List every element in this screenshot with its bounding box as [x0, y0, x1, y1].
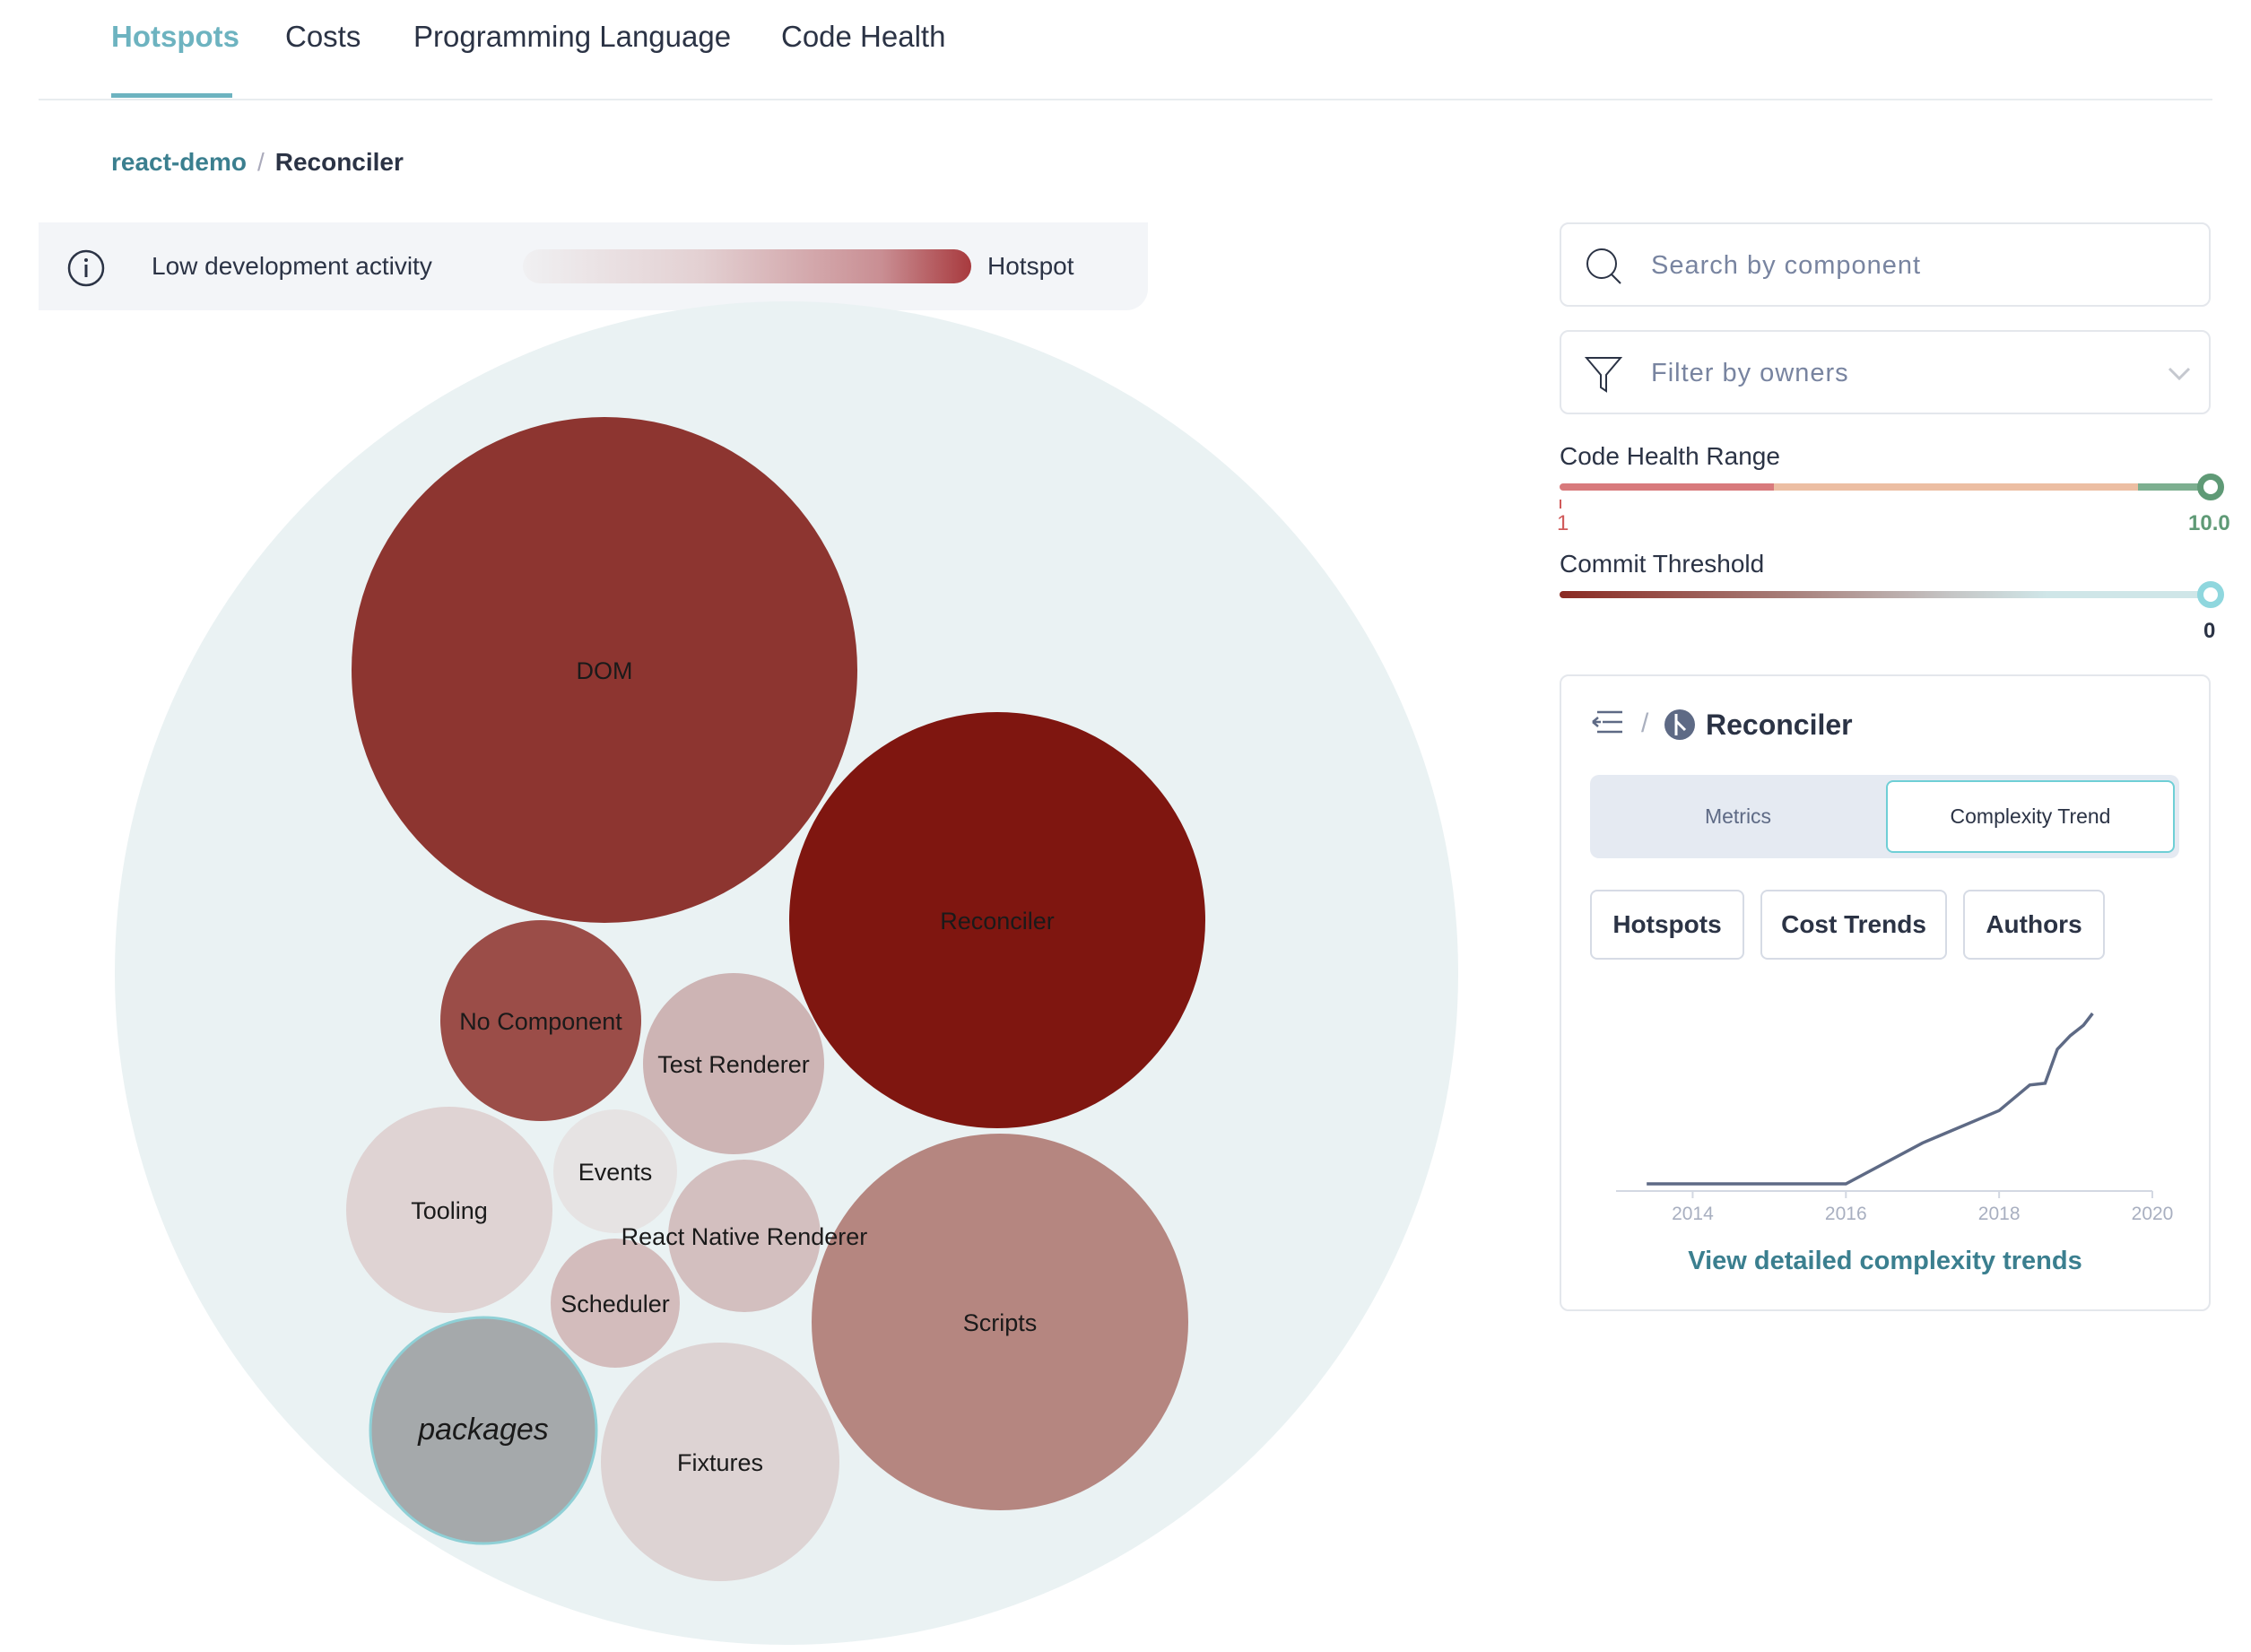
bubble-label-test-renderer: Test Renderer	[657, 1051, 810, 1078]
bubble-label-events: Events	[578, 1159, 653, 1186]
x-tick-label: 2014	[1672, 1204, 1714, 1224]
bubble-label-reconciler: Reconciler	[940, 908, 1055, 935]
search-placeholder: Search by component	[1651, 251, 1922, 280]
complexity-trend-chart: 2014 2016 2018 2020	[1616, 1012, 2174, 1224]
panel-tab-switch: Metrics Complexity Trend	[1590, 775, 2179, 858]
bubble-label-no-component: No Component	[459, 1008, 622, 1035]
bubble-label-scheduler: Scheduler	[561, 1291, 670, 1317]
bubble-label-dom: DOM	[577, 657, 633, 684]
code-health-slider[interactable]	[1560, 483, 2210, 491]
authors-button[interactable]: Authors	[1963, 890, 2105, 960]
filter-owners-dropdown[interactable]: Filter by owners	[1560, 330, 2211, 414]
bubble-svg: DOM Reconciler No Component Test Renderer To…	[115, 301, 1458, 1645]
bubble-label-packages: packages	[417, 1413, 549, 1447]
bubble-label-scripts: Scripts	[963, 1309, 1038, 1336]
code-health-min: 1	[1557, 511, 1569, 535]
search-input[interactable]: Search by component	[1560, 222, 2211, 307]
commit-threshold-label: Commit Threshold	[1560, 550, 1765, 578]
commit-threshold-handle[interactable]	[2197, 581, 2224, 608]
collapse-menu-icon[interactable]	[1590, 704, 1626, 740]
commit-threshold-value: 0	[2203, 619, 2216, 643]
bubble-label-react-native-renderer: React Native Renderer	[621, 1223, 868, 1250]
hotspots-button[interactable]: Hotspots	[1590, 890, 1744, 960]
search-icon	[1586, 248, 1621, 284]
code-health-max-handle[interactable]	[2197, 474, 2224, 500]
chevron-down-icon	[2168, 367, 2191, 381]
filter-placeholder: Filter by owners	[1651, 359, 1849, 387]
code-health-max: 10.0	[2188, 511, 2230, 535]
panel-title: Reconciler	[1706, 709, 1853, 741]
commit-threshold-slider[interactable]	[1560, 591, 2210, 598]
filter-icon	[1585, 357, 1623, 393]
x-tick-label: 2018	[1978, 1204, 2021, 1224]
bubble-label-tooling: Tooling	[411, 1197, 488, 1224]
x-tick-label: 2016	[1825, 1204, 1867, 1224]
panel-separator: /	[1641, 709, 1649, 738]
tab-metrics[interactable]: Metrics	[1590, 780, 1886, 853]
cost-trends-button[interactable]: Cost Trends	[1760, 890, 1947, 960]
view-complexity-trends-link[interactable]: View detailed complexity trends	[1560, 1247, 2211, 1276]
min-tick	[1560, 500, 1561, 509]
x-tick-label: 2020	[2132, 1204, 2174, 1224]
complexity-trend-line	[1647, 1012, 2094, 1186]
bubble-label-fixtures: Fixtures	[677, 1449, 763, 1476]
tab-complexity-trend[interactable]: Complexity Trend	[1886, 780, 2175, 853]
code-health-label: Code Health Range	[1560, 442, 1780, 470]
component-icon	[1664, 709, 1695, 740]
